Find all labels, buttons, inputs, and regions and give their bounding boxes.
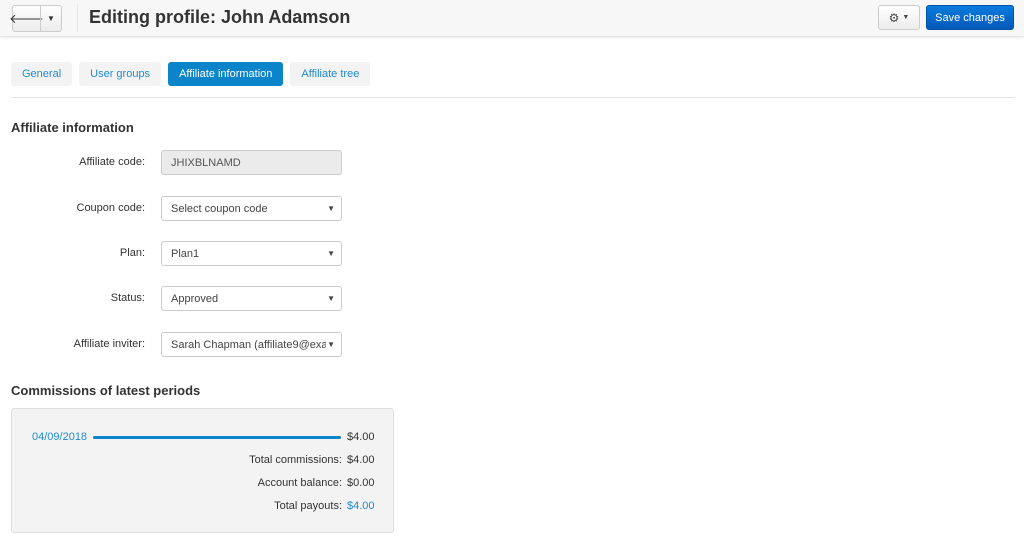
chevron-down-icon: ▼ — [327, 204, 335, 213]
status-value: Approved — [171, 292, 219, 305]
chevron-down-icon: ▼ — [327, 294, 335, 303]
coupon-code-select[interactable]: Select coupon code ▼ — [161, 196, 342, 221]
status-label: Status: — [110, 292, 145, 304]
tab-affiliate-information[interactable]: Affiliate information — [168, 62, 284, 86]
arrow-left-icon: 🡐 — [9, 10, 44, 26]
plan-label: Plan: — [119, 247, 145, 259]
affiliate-information-heading: Affiliate information — [11, 120, 134, 135]
affiliate-inviter-label: Affiliate inviter: — [73, 338, 145, 350]
chevron-down-icon: ▼ — [327, 340, 335, 349]
status-select[interactable]: Approved ▼ — [161, 286, 342, 311]
tab-general[interactable]: General — [11, 62, 73, 86]
plan-row: Plan: Plan1 ▼ — [0, 241, 360, 266]
tab-user-groups[interactable]: User groups — [79, 62, 162, 86]
affiliate-code-label: Affiliate code: — [79, 156, 145, 168]
plan-value: Plan1 — [171, 247, 200, 260]
coupon-code-row: Coupon code: Select coupon code ▼ — [0, 196, 360, 221]
caret-down-icon: ▼ — [47, 14, 55, 23]
commissions-panel: 04/09/2018 $4.00 Total commissions: $4.0… — [11, 408, 394, 533]
settings-dropdown-button[interactable]: ⚙ ▼ — [878, 5, 920, 30]
chevron-down-icon: ▼ — [327, 249, 335, 258]
coupon-code-label: Coupon code: — [76, 202, 146, 214]
period-commission-bar — [93, 436, 341, 439]
total-payouts-link[interactable]: $4.00 — [347, 500, 375, 512]
total-payouts-label: Total payouts: — [274, 500, 342, 512]
navigation-button-group: 🡐 ▼ — [9, 5, 62, 32]
total-commissions-label: Total commissions: — [249, 454, 342, 466]
plan-select[interactable]: Plan1 ▼ — [161, 241, 342, 266]
profile-tabs: General User groups Affiliate informatio… — [11, 62, 371, 86]
period-amount: $4.00 — [347, 431, 375, 443]
save-changes-button[interactable]: Save changes — [926, 5, 1014, 30]
account-balance-label: Account balance: — [257, 477, 342, 489]
coupon-code-value: Select coupon code — [171, 202, 268, 215]
affiliate-inviter-row: Affiliate inviter: Sarah Chapman (affili… — [0, 332, 360, 357]
commissions-heading: Commissions of latest periods — [11, 383, 201, 398]
affiliate-code-field[interactable]: JHIXBLNAMD — [161, 150, 342, 175]
back-dropdown-button[interactable]: ▼ — [40, 6, 61, 31]
gear-icon: ⚙ — [888, 10, 900, 25]
caret-down-icon: ▼ — [902, 14, 910, 21]
tab-affiliate-tree[interactable]: Affiliate tree — [290, 62, 371, 86]
status-row: Status: Approved ▼ — [0, 286, 360, 311]
affiliate-inviter-value: Sarah Chapman (affiliate9@exa — [171, 338, 326, 351]
top-toolbar: 🡐 ▼ Editing profile: John Adamson ⚙ ▼ Sa… — [0, 0, 1024, 37]
account-balance-value: $0.00 — [347, 477, 375, 489]
toolbar-divider — [77, 4, 78, 32]
back-button[interactable]: 🡐 — [9, 6, 44, 31]
total-commissions-value: $4.00 — [347, 454, 375, 466]
period-date-link[interactable]: 04/09/2018 — [32, 431, 87, 443]
affiliate-code-row: Affiliate code: JHIXBLNAMD — [0, 150, 360, 175]
page-title: Editing profile: John Adamson — [89, 7, 351, 27]
tabs-divider — [11, 97, 1015, 98]
affiliate-code-value: JHIXBLNAMD — [171, 156, 241, 169]
affiliate-inviter-select[interactable]: Sarah Chapman (affiliate9@exa ▼ — [161, 332, 342, 357]
